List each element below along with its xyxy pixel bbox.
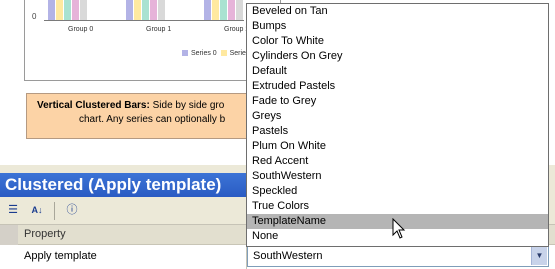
note-line-1: Side by side gro xyxy=(152,100,225,111)
x-axis-line xyxy=(44,20,244,21)
chart-bar xyxy=(142,0,149,20)
chart-bar xyxy=(48,0,55,20)
chart-legend: Series 0 Series xyxy=(182,50,249,57)
chart-bar xyxy=(158,0,165,20)
chevron-down-icon[interactable]: ▼ xyxy=(531,247,547,265)
alphabetical-sort-icon[interactable]: A↓ xyxy=(29,202,45,218)
chart-bar xyxy=(64,0,71,20)
category-label-0: Group 0 xyxy=(68,26,94,33)
apply-template-select[interactable]: SouthWestern ▼ xyxy=(247,245,549,267)
dropdown-option[interactable]: True Colors xyxy=(247,199,548,214)
mouse-cursor-icon xyxy=(392,218,406,239)
dropdown-option[interactable]: Fade to Grey xyxy=(247,94,548,109)
property-column-header: Property xyxy=(24,228,66,240)
chart-bar xyxy=(220,0,227,20)
dropdown-option[interactable]: Bumps xyxy=(247,19,548,34)
dropdown-option[interactable]: Default xyxy=(247,64,548,79)
legend-label-0: Series 0 xyxy=(191,50,217,57)
legend-swatch-0 xyxy=(182,50,188,57)
chart-bar xyxy=(236,0,243,20)
legend-swatch-1 xyxy=(220,50,227,57)
dropdown-option[interactable]: Cylinders On Grey xyxy=(247,49,548,64)
dropdown-option[interactable]: Beveled on Tan xyxy=(247,4,548,19)
categorized-icon[interactable]: ☰ xyxy=(5,202,21,218)
dropdown-option[interactable]: Plum On White xyxy=(247,139,548,154)
dropdown-option[interactable]: Speckled xyxy=(247,184,548,199)
dropdown-option[interactable]: SouthWestern xyxy=(247,169,548,184)
y-axis-tick: 0 xyxy=(32,12,37,21)
apply-template-row[interactable]: Apply template SouthWestern ▼ xyxy=(0,245,555,269)
toolbar-separator xyxy=(54,202,55,220)
chart-bar xyxy=(204,0,211,20)
template-dropdown-list[interactable]: Beveled on Tan Bumps Color To White Cylinde… xyxy=(246,3,549,247)
chart-bar xyxy=(80,0,87,20)
chart-bar xyxy=(72,0,79,20)
note-title: Vertical Clustered Bars: xyxy=(37,100,150,111)
chart-bar xyxy=(212,0,219,20)
chart-bar xyxy=(56,0,63,20)
note-line-2: chart. Any series can optionally b xyxy=(79,114,226,125)
category-label-1: Group 1 xyxy=(146,26,172,33)
dropdown-option[interactable]: Color To White xyxy=(247,34,548,49)
dropdown-option[interactable]: Extruded Pastels xyxy=(247,79,548,94)
info-icon[interactable]: ⓘ xyxy=(64,202,80,218)
bar-group xyxy=(44,0,244,20)
property-name: Apply template xyxy=(24,250,97,262)
dropdown-option[interactable]: Greys xyxy=(247,109,548,124)
chart-description-note: Vertical Clustered Bars: Side by side gr… xyxy=(26,93,279,139)
dropdown-option[interactable]: Red Accent xyxy=(247,154,548,169)
property-grid-title: Clustered (Apply template) xyxy=(0,173,250,197)
chart-bar xyxy=(126,0,133,20)
chart-bar xyxy=(134,0,141,20)
chart-bar xyxy=(228,0,235,20)
selected-template-value: SouthWestern xyxy=(253,250,323,262)
chart-bar xyxy=(150,0,157,20)
dropdown-option[interactable]: Pastels xyxy=(247,124,548,139)
